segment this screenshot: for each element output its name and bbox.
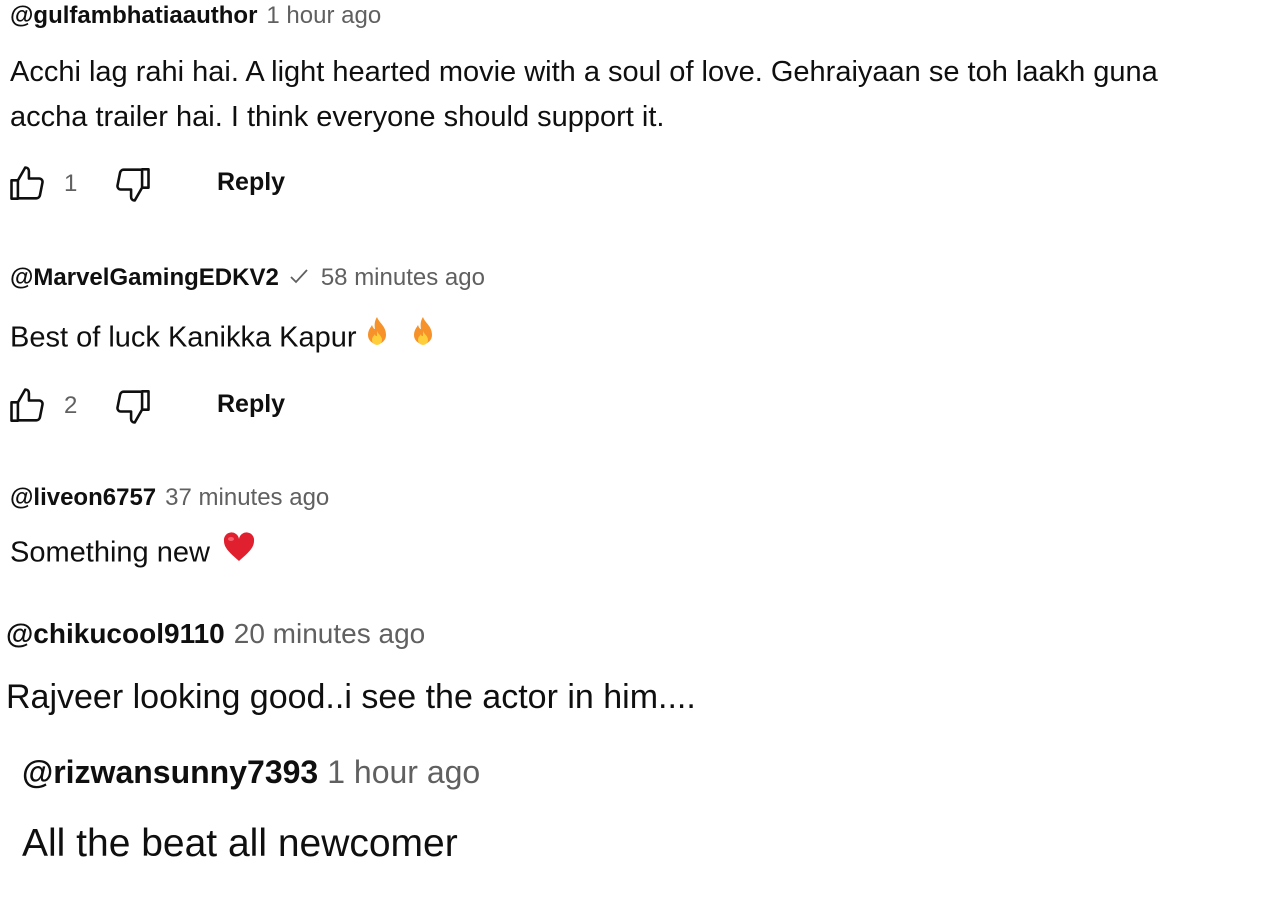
comment-author[interactable]: @gulfambhatiaauthor [10, 2, 257, 30]
dislike-button[interactable] [110, 162, 154, 206]
comment-timestamp[interactable]: 1 hour ago [266, 2, 381, 30]
comment-timestamp[interactable]: 58 minutes ago [321, 264, 485, 292]
comment-header: @gulfambhatiaauthor 1 hour ago [10, 2, 381, 30]
comment-author[interactable]: @MarvelGamingEDKV2 [10, 264, 279, 292]
comment-2: @MarvelGamingEDKV2 58 minutes ago Best o… [0, 262, 1280, 462]
comment-header: @MarvelGamingEDKV2 58 minutes ago [10, 264, 485, 292]
checkmark-icon [289, 264, 309, 290]
like-button[interactable] [6, 384, 50, 428]
comment-author[interactable]: @rizwansunny7393 [22, 754, 318, 791]
thumbs-down-icon [116, 168, 150, 202]
like-count: 1 [64, 170, 78, 197]
thumbs-down-icon [116, 390, 150, 424]
comment-timestamp[interactable]: 20 minutes ago [234, 618, 425, 650]
fire-icon [361, 315, 393, 357]
comment-4: @chikucool9110 20 minutes ago Rajveer lo… [0, 616, 1280, 726]
comment-text-body: Best of luck Kanikka Kapur [10, 321, 357, 354]
comment-5: @rizwansunny7393 1 hour ago All the beat… [0, 752, 1280, 882]
comment-author[interactable]: @liveon6757 [10, 484, 156, 512]
comment-header: @liveon6757 37 minutes ago [10, 484, 329, 512]
reply-button[interactable]: Reply [217, 168, 285, 197]
like-button[interactable] [6, 162, 50, 206]
comment-actions: 1 Reply [0, 162, 400, 210]
comment-header: @chikucool9110 20 minutes ago [6, 618, 425, 650]
comment-header: @rizwansunny7393 1 hour ago [22, 754, 480, 791]
red-heart-icon [222, 531, 256, 571]
comment-text-body: Something new [10, 536, 210, 569]
comment-1: @gulfambhatiaauthor 1 hour ago Acchi lag… [0, 0, 1280, 240]
comment-text: Rajveer looking good..i see the actor in… [6, 678, 696, 716]
comment-text: Best of luck Kanikka Kapur [10, 315, 439, 360]
fire-icon [407, 315, 439, 357]
comment-text: All the beat all newcomer [22, 822, 458, 865]
dislike-button[interactable] [110, 384, 154, 428]
comment-text-line-1: Acchi lag rahi hai. A light hearted movi… [10, 56, 1158, 88]
comment-timestamp[interactable]: 1 hour ago [327, 754, 480, 791]
comment-3: @liveon6757 37 minutes ago Something new [0, 482, 1280, 582]
comment-text: Something new [10, 531, 256, 574]
comment-timestamp[interactable]: 37 minutes ago [165, 484, 329, 512]
comment-actions: 2 Reply [0, 384, 400, 432]
comment-text-line-2: accha trailer hai. I think everyone shou… [10, 101, 665, 133]
thumbs-up-icon [10, 166, 44, 200]
like-count: 2 [64, 392, 78, 419]
thumbs-up-icon [10, 388, 44, 422]
comment-author[interactable]: @chikucool9110 [6, 618, 225, 650]
reply-button[interactable]: Reply [217, 390, 285, 419]
